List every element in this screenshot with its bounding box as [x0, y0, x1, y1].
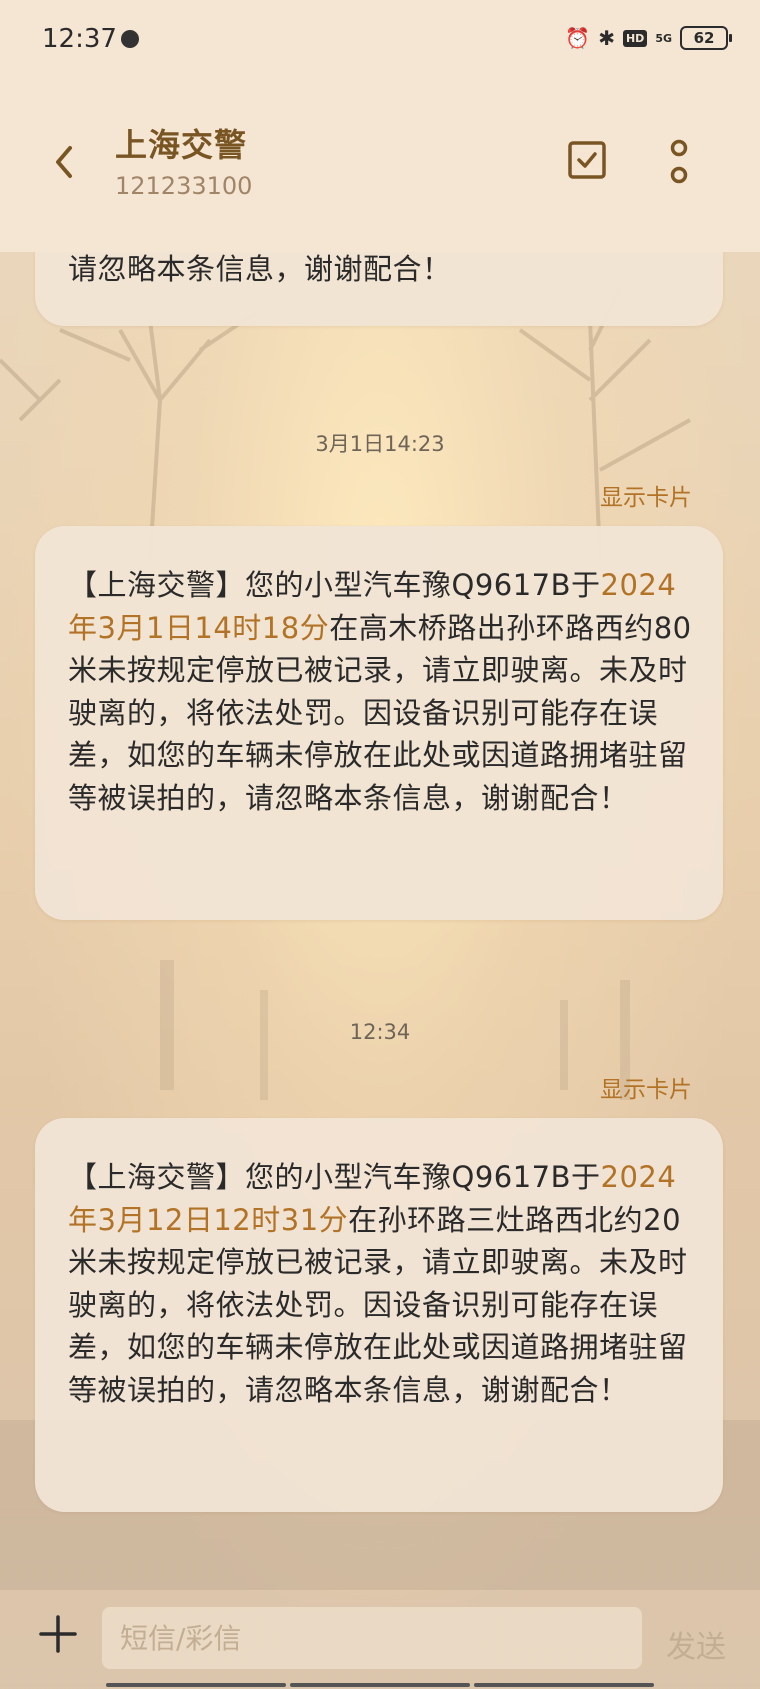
more-options-icon[interactable] — [668, 138, 690, 188]
battery-indicator: 62 — [680, 26, 732, 50]
hd-icon: HD — [622, 29, 648, 47]
message-bubble[interactable]: 【上海交警】您的小型汽车豫Q9617B于2024年3月12日12时31分在孙环路… — [35, 1118, 723, 1512]
message-timestamp: 12:34 — [349, 1020, 411, 1044]
bluetooth-icon: ✱ — [598, 26, 615, 50]
status-time: 12:37 — [42, 24, 117, 54]
status-icons: ⏰ ✱ HD 5G 62 — [565, 26, 732, 50]
contact-name: 上海交警 — [115, 126, 248, 164]
send-button[interactable]: 发送 — [666, 1622, 726, 1666]
show-card-link[interactable]: 显示卡片 — [600, 1070, 692, 1104]
message-timestamp: 3月1日14:23 — [315, 432, 445, 456]
5g-signal-icon: 5G — [655, 31, 672, 45]
add-attachment-icon[interactable] — [38, 1614, 78, 1654]
contact-number: 121233100 — [115, 172, 253, 200]
message-text: 【上海交警】您的小型汽车豫Q9617B于2024年3月12日12时31分在孙环路… — [68, 1156, 695, 1411]
navigation-bar — [0, 1683, 760, 1689]
show-card-link[interactable]: 显示卡片 — [600, 478, 692, 512]
alarm-icon: ⏰ — [565, 26, 591, 50]
message-bubble[interactable]: 【上海交警】您的小型汽车豫Q9617B于2024年3月1日14时18分在高木桥路… — [35, 526, 723, 920]
message-composer: 发送 — [0, 1590, 760, 1689]
status-bar: 12:37 ⏰ ✱ HD 5G 62 — [0, 0, 760, 80]
message-text: 请忽略本条信息，谢谢配合！ — [68, 252, 452, 286]
message-input[interactable] — [102, 1607, 642, 1669]
message-text-prefix: 【上海交警】您的小型汽车豫Q9617B于 — [68, 568, 601, 602]
globe-icon — [121, 30, 139, 48]
conversation-header-overlay: 上海交警 121233100 — [0, 80, 760, 252]
message-text-prefix: 【上海交警】您的小型汽车豫Q9617B于 — [68, 1160, 601, 1194]
multi-select-icon[interactable] — [567, 140, 607, 180]
back-arrow-icon[interactable] — [48, 138, 80, 186]
message-text: 【上海交警】您的小型汽车豫Q9617B于2024年3月1日14时18分在高木桥路… — [68, 564, 695, 819]
